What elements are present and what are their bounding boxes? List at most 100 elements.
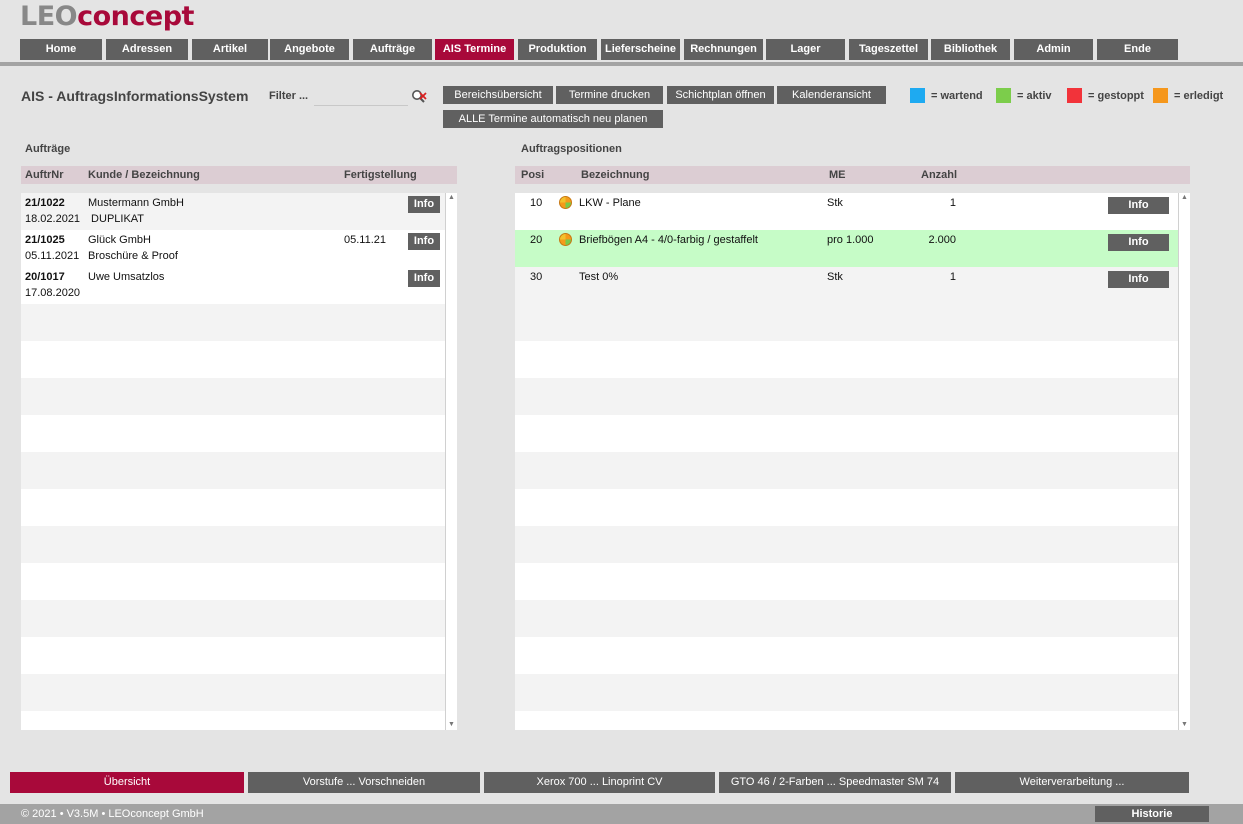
kalenderansicht-button[interactable]: Kalenderansicht [777,86,886,104]
tab-uebersicht[interactable]: Übersicht [10,772,244,793]
orders-header: AuftrNr Kunde / Bezeichnung Fertigstellu… [21,166,457,184]
position-nr: 20 [530,234,543,246]
positions-header: Posi Bezeichnung ME Anzahl [515,166,1190,184]
logo-concept: concept [77,1,194,32]
order-info-button[interactable]: Info [408,196,440,213]
position-unit: pro 1.000 [827,234,874,246]
tab-weiterverarbeitung[interactable]: Weiterverarbeitung ... [955,772,1189,793]
nav-produktion[interactable]: Produktion [518,39,597,60]
empty-row [515,415,1178,452]
order-nr: 20/1017 [25,271,65,283]
copyright-text: © 2021 • V3.5M • LEOconcept GmbH [21,808,204,820]
col-auftrnr: AuftrNr [25,169,64,181]
footer: © 2021 • V3.5M • LEOconcept GmbH Histori… [0,804,1243,824]
nav-admin[interactable]: Admin [1014,39,1093,60]
order-row[interactable]: 20/1017 17.08.2020 Uwe Umsatzlos Info [21,267,445,304]
positions-table: 10 LKW - Plane Stk 1 Info 20 Briefbögen … [515,193,1178,730]
nav-lager[interactable]: Lager [766,39,845,60]
position-qty: 1 [949,271,956,283]
position-name: LKW - Plane [579,197,641,209]
scroll-up-icon[interactable]: ▲ [446,193,457,203]
nav-rechnungen[interactable]: Rechnungen [684,39,763,60]
order-customer: Glück GmbH [88,234,151,246]
positions-title: Auftragspositionen [521,143,622,155]
nav-auftraege[interactable]: Aufträge [353,39,432,60]
empty-row [21,526,445,563]
order-desc: Broschüre & Proof [88,250,178,262]
col-posi: Posi [521,169,545,181]
bereichsuebersicht-button[interactable]: Bereichsübersicht [443,86,553,104]
order-date: 05.11.2021 [25,250,80,262]
empty-row [515,563,1178,600]
legend-label: = gestoppt [1088,89,1144,102]
position-info-button[interactable]: Info [1108,234,1169,251]
tab-vorstufe[interactable]: Vorstufe ... Vorschneiden [248,772,480,793]
scroll-down-icon[interactable]: ▼ [446,720,457,730]
order-nr: 21/1025 [25,234,65,246]
app-logo: LEOconcept [20,2,194,32]
position-row[interactable]: 10 LKW - Plane Stk 1 Info [515,193,1178,230]
historie-button[interactable]: Historie [1095,806,1209,822]
order-date: 18.02.2021 [25,213,81,225]
order-row[interactable]: 21/1025 05.11.2021 Glück GmbH Broschüre … [21,230,445,267]
scroll-up-icon[interactable]: ▲ [1179,193,1190,203]
empty-row [21,341,445,378]
position-unit: Stk [827,197,843,209]
replan-all-button[interactable]: ALLE Termine automatisch neu planen [443,110,663,128]
position-info-button[interactable]: Info [1108,271,1169,288]
legend-gestoppt: = gestoppt [1067,88,1144,103]
order-info-button[interactable]: Info [408,270,440,287]
legend-swatch-red [1067,88,1082,103]
termine-drucken-button[interactable]: Termine drucken [556,86,663,104]
legend-wartend: = wartend [910,88,983,103]
orders-scrollbar[interactable]: ▲ ▼ [445,193,457,730]
position-qty: 1 [949,197,956,209]
position-name: Test 0% [579,271,619,283]
logo-leo: LEO [20,1,78,32]
scroll-down-icon[interactable]: ▼ [1179,720,1190,730]
empty-row [21,378,445,415]
tab-gto[interactable]: GTO 46 / 2-Farben ... Speedmaster SM 74 [719,772,951,793]
col-fertigstellung: Fertigstellung [344,169,417,181]
nav-ais-termine[interactable]: AIS Termine [435,39,514,60]
filter-input[interactable] [314,85,408,106]
nav-home[interactable]: Home [20,39,102,60]
position-unit: Stk [827,271,843,283]
empty-row [21,637,445,674]
position-nr: 30 [530,271,543,283]
page-title: AIS - AuftragsInformationsSystem [21,88,249,104]
positions-scrollbar[interactable]: ▲ ▼ [1178,193,1190,730]
empty-row [21,415,445,452]
legend-swatch-blue [910,88,925,103]
header-divider [0,62,1243,66]
position-row[interactable]: 20 Briefbögen A4 - 4/0-farbig / gestaffe… [515,230,1178,267]
order-customer: Mustermann GmbH [88,197,184,209]
legend-swatch-green [996,88,1011,103]
schichtplan-button[interactable]: Schichtplan öffnen [667,86,774,104]
empty-row [21,452,445,489]
col-bezeichnung: Bezeichnung [581,169,650,181]
status-mixed-icon [559,233,572,246]
empty-row [21,563,445,600]
tab-xerox[interactable]: Xerox 700 ... Linoprint CV [484,772,715,793]
order-row[interactable]: 21/1022 18.02.2021 Mustermann GmbH DUPLI… [21,193,445,230]
search-clear-icon[interactable] [411,89,427,105]
empty-row [21,711,445,730]
order-customer: Uwe Umsatzlos [88,271,165,283]
nav-tageszettel[interactable]: Tageszettel [849,39,928,60]
empty-row [21,304,445,341]
nav-bibliothek[interactable]: Bibliothek [931,39,1010,60]
empty-row [515,526,1178,563]
nav-artikel[interactable]: Artikel [192,39,268,60]
nav-ende[interactable]: Ende [1097,39,1178,60]
nav-lieferscheine[interactable]: Lieferscheine [601,39,680,60]
nav-angebote[interactable]: Angebote [270,39,349,60]
order-desc: DUPLIKAT [88,213,145,225]
order-info-button[interactable]: Info [408,233,440,250]
position-info-button[interactable]: Info [1108,197,1169,214]
orders-table: 21/1022 18.02.2021 Mustermann GmbH DUPLI… [21,193,445,730]
empty-row [515,674,1178,711]
empty-row [515,637,1178,674]
position-row[interactable]: 30 Test 0% Stk 1 Info [515,267,1178,304]
nav-adressen[interactable]: Adressen [106,39,188,60]
